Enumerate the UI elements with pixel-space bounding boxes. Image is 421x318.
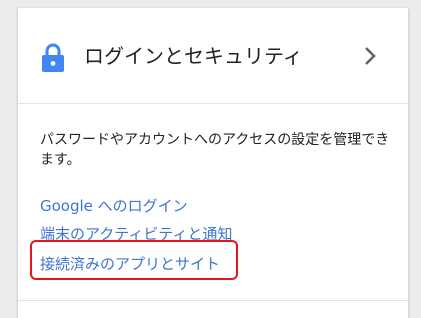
login-security-card: ログインとセキュリティ パスワードやアカウントへのアクセスの設定を管理できます。… — [18, 8, 408, 318]
card-description: パスワードやアカウントへのアクセスの設定を管理できます。 — [40, 132, 390, 168]
divider — [18, 300, 408, 301]
highlight-box — [30, 240, 238, 280]
card-title: ログインとセキュリティ — [84, 44, 303, 68]
link-google-signin[interactable]: Google へのログイン — [40, 196, 188, 216]
lock-icon — [42, 43, 64, 72]
card-header[interactable]: ログインとセキュリティ — [18, 8, 408, 104]
chevron-right-icon[interactable] — [360, 45, 380, 67]
